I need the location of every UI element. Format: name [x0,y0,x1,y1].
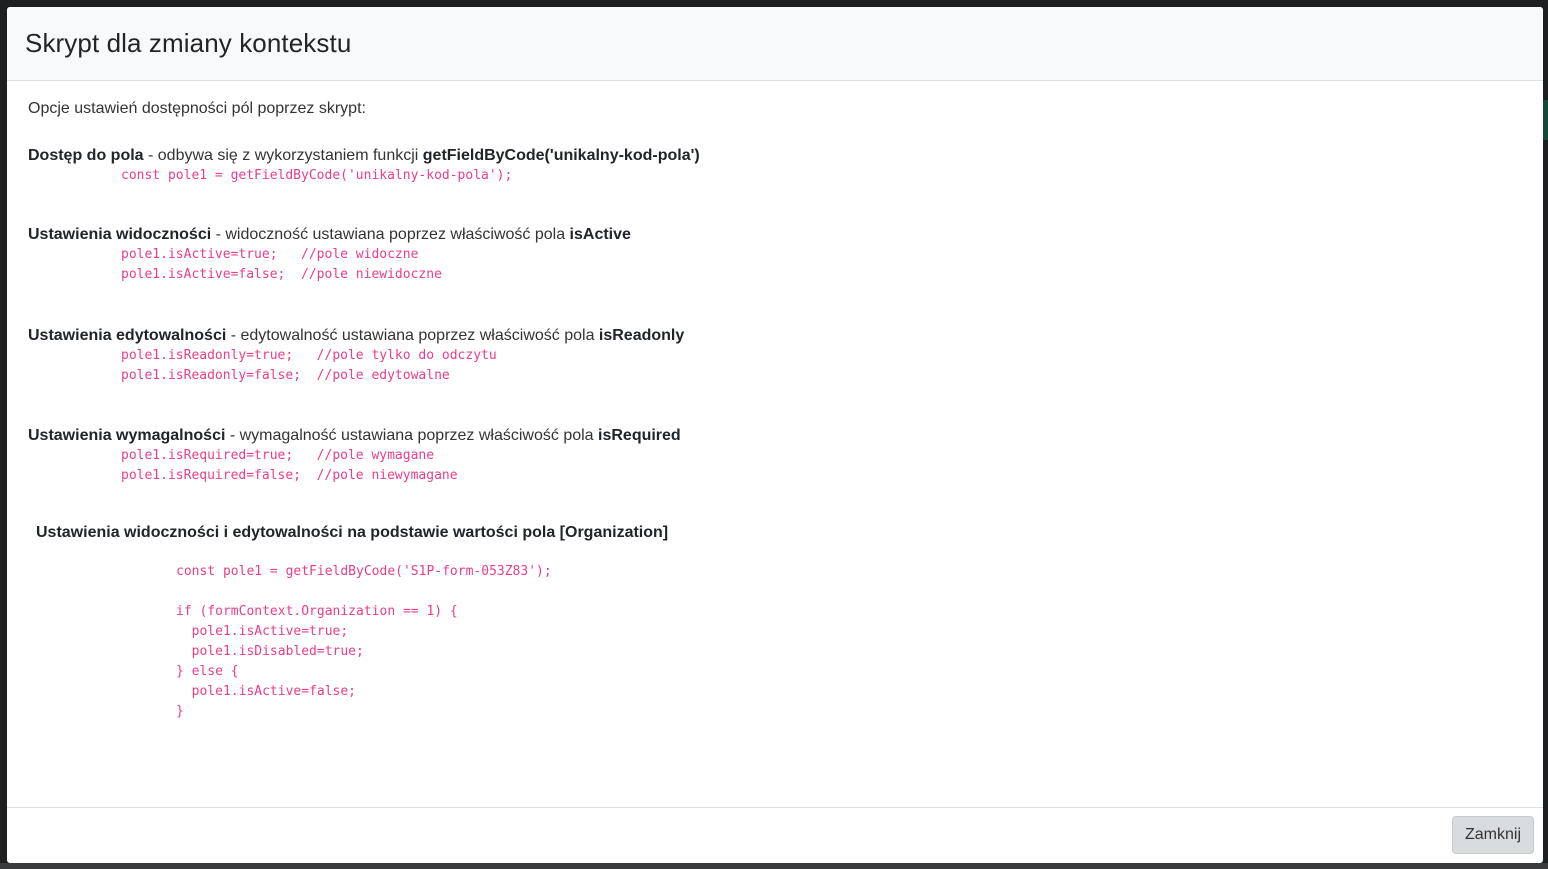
code-line: pole1.isRequired=false; //pole niewymaga… [121,468,458,483]
section-description: - wymagalność ustawiana poprzez właściwo… [225,427,599,444]
backdrop-bottom-bar [0,863,1548,869]
code-line: pole1.isDisabled=true; [176,644,364,659]
code-line: pole1.isActive=false; [176,684,357,699]
code-line: pole1.isRequired=true; //pole wymagane [121,448,435,463]
section-required: Ustawienia wymagalności - wymagalność us… [28,426,681,486]
section-description: - edytowalność ustawiana poprzez właściw… [226,327,599,344]
section-visibility: Ustawienia widoczności - widoczność usta… [28,225,631,285]
code-line: if (formContext.Organization == 1) { [176,604,458,619]
section-keyword: isReadonly [598,327,685,344]
section-heading: Dostęp do pola [28,147,144,164]
section-line: Dostęp do pola - odbywa się z wykorzysta… [28,146,700,166]
script-context-modal: Skrypt dla zmiany kontekstu Opcje ustawi… [7,7,1543,863]
modal-footer: Zamknij [7,807,1543,863]
section-keyword: isActive [569,226,631,243]
code-line: const pole1 = getFieldByCode('unikalny-k… [121,168,513,183]
section-description: - odbywa się z wykorzystaniem funkcji [143,147,423,164]
code-line: pole1.isActive=true; //pole widoczne [121,247,419,262]
code-line: } else { [176,664,239,679]
modal-title: Skrypt dla zmiany kontekstu [25,28,352,58]
section-heading: Ustawienia wymagalności [28,427,226,444]
section-keyword: getFieldByCode('unikalny-kod-pola') [422,147,700,164]
example-title: Ustawienia widoczności i edytowalności n… [36,524,669,541]
modal-header: Skrypt dla zmiany kontekstu [7,7,1543,81]
close-button[interactable]: Zamknij [1451,816,1534,854]
section-heading: Ustawienia widoczności [28,226,212,243]
code-line: const pole1 = getFieldByCode('S1P-form-0… [176,564,552,579]
intro-text: Opcje ustawień dostępności pól poprzez s… [28,100,366,117]
code-line: pole1.isReadonly=true; //pole tylko do o… [121,348,497,363]
section-line: Ustawienia edytowalności - edytowalność … [28,326,684,346]
section-line: Ustawienia widoczności - widoczność usta… [28,225,631,245]
section-editability: Ustawienia edytowalności - edytowalność … [28,326,684,386]
section-heading: Ustawienia edytowalności [28,327,227,344]
section-field-access: Dostęp do pola - odbywa się z wykorzysta… [28,146,700,186]
section-keyword: isRequired [598,427,681,444]
code-line: pole1.isActive=true; [176,624,349,639]
code-line: pole1.isReadonly=false; //pole edytowaln… [121,368,450,383]
section-description: - widoczność ustawiana poprzez właściwoś… [211,226,570,243]
example-section: Ustawienia widoczności i edytowalności n… [36,524,668,722]
code-line: } [176,704,184,719]
section-line: Ustawienia wymagalności - wymagalność us… [28,426,681,446]
example-code-block: const pole1 = getFieldByCode('S1P-form-0… [36,562,668,722]
code-line: pole1.isActive=false; //pole niewidoczne [121,267,442,282]
modal-body: Opcje ustawień dostępności pól poprzez s… [7,81,1543,808]
